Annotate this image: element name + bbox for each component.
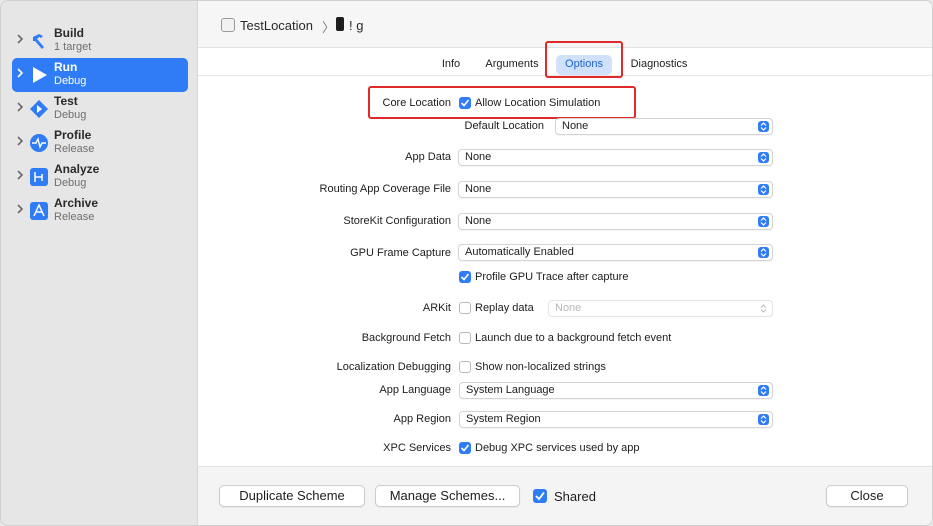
hammer-icon bbox=[30, 32, 48, 50]
sidebar-item-subtitle: Debug bbox=[54, 177, 87, 189]
chevron-up-down-icon bbox=[758, 247, 769, 258]
sidebar-item-subtitle: Debug bbox=[54, 109, 87, 121]
profile-gpu-trace-checkbox[interactable] bbox=[459, 271, 471, 283]
scheme-options-panel: TestLocation 〉 ! ɡ Info Arguments Option… bbox=[198, 1, 932, 525]
tab-diagnostics[interactable]: Diagnostics bbox=[623, 55, 695, 75]
scheme-editor-window: Build 1 target Run Debug Test Debug Prof… bbox=[0, 0, 933, 526]
chevron-right-icon[interactable] bbox=[16, 169, 24, 181]
sidebar-item-title: Analyze bbox=[54, 162, 100, 176]
chevron-up-down-icon bbox=[758, 385, 769, 396]
sidebar-item-title: Archive bbox=[54, 196, 99, 210]
gpu-frame-capture-label: GPU Frame Capture bbox=[350, 247, 451, 259]
app-language-select[interactable]: System Language bbox=[459, 382, 773, 399]
background-fetch-checkbox[interactable] bbox=[459, 332, 471, 344]
core-location-label: Core Location bbox=[382, 97, 452, 109]
chevron-right-icon: 〉 bbox=[322, 20, 336, 35]
app-region-value: System Region bbox=[466, 413, 541, 425]
storekit-value: None bbox=[465, 215, 492, 227]
sidebar-item-title: Run bbox=[54, 60, 78, 74]
replay-data-checkbox[interactable] bbox=[459, 302, 471, 314]
sidebar-item-title: Test bbox=[54, 94, 78, 108]
default-location-value: None bbox=[562, 120, 589, 132]
tab-bar: Info Arguments Options Diagnostics bbox=[198, 47, 932, 75]
default-location-label: Default Location bbox=[464, 120, 545, 132]
shared-checkbox[interactable] bbox=[533, 489, 547, 503]
routing-coverage-value: None bbox=[465, 183, 492, 195]
replay-data-text: Replay data bbox=[475, 302, 534, 314]
chevron-right-icon[interactable] bbox=[16, 33, 24, 45]
scheme-icon bbox=[221, 18, 235, 32]
breadcrumb: TestLocation 〉 ! ɡ bbox=[198, 1, 932, 48]
storekit-select[interactable]: None bbox=[458, 213, 773, 230]
iphone-icon bbox=[336, 17, 344, 31]
tab-arguments[interactable]: Arguments bbox=[479, 55, 545, 75]
chevron-right-icon[interactable] bbox=[16, 101, 24, 113]
arkit-replay-value: None bbox=[555, 302, 582, 314]
chevron-up-down-icon bbox=[758, 414, 769, 425]
routing-coverage-label: Routing App Coverage File bbox=[319, 183, 451, 195]
profile-gpu-trace-text: Profile GPU Trace after capture bbox=[475, 271, 629, 283]
shared-label: Shared bbox=[554, 489, 596, 504]
play-icon bbox=[30, 66, 48, 84]
app-data-select[interactable]: None bbox=[458, 149, 773, 166]
manage-schemes-button[interactable]: Manage Schemes... bbox=[375, 485, 520, 507]
show-non-localized-checkbox[interactable] bbox=[459, 361, 471, 373]
allow-location-simulation-text: Allow Location Simulation bbox=[475, 97, 601, 109]
duplicate-scheme-button[interactable]: Duplicate Scheme bbox=[219, 485, 365, 507]
show-non-localized-text: Show non-localized strings bbox=[475, 361, 606, 373]
tab-info[interactable]: Info bbox=[434, 55, 468, 75]
sidebar-item-run[interactable]: Run Debug bbox=[12, 58, 188, 92]
arkit-label: ARKit bbox=[422, 302, 451, 314]
chevron-right-icon[interactable] bbox=[16, 203, 24, 215]
routing-coverage-select[interactable]: None bbox=[458, 181, 773, 198]
app-region-label: App Region bbox=[393, 413, 452, 425]
tab-divider bbox=[198, 75, 932, 76]
breadcrumb-scheme[interactable]: TestLocation bbox=[240, 18, 313, 33]
chevron-up-down-icon bbox=[758, 152, 769, 163]
sidebar-item-subtitle: Release bbox=[54, 211, 95, 223]
sidebar-item-title: Profile bbox=[54, 128, 92, 142]
chevron-right-icon[interactable] bbox=[16, 67, 24, 79]
chevron-up-down-icon bbox=[758, 184, 769, 195]
tab-options[interactable]: Options bbox=[556, 55, 612, 75]
app-data-value: None bbox=[465, 151, 492, 163]
allow-location-simulation-checkbox[interactable] bbox=[459, 97, 471, 109]
arkit-replay-select: None bbox=[548, 300, 773, 317]
test-diamond-icon bbox=[30, 100, 48, 118]
sidebar-item-test[interactable]: Test Debug bbox=[12, 92, 188, 126]
sidebar-item-analyze[interactable]: Analyze Debug bbox=[12, 160, 188, 194]
app-data-label: App Data bbox=[405, 151, 451, 163]
chevron-up-down-icon bbox=[758, 216, 769, 227]
debug-xpc-text: Debug XPC services used by app bbox=[475, 442, 640, 454]
sidebar-item-profile[interactable]: Profile Release bbox=[12, 126, 188, 160]
xpc-services-label: XPC Services bbox=[383, 442, 451, 454]
app-language-label: App Language bbox=[379, 384, 451, 396]
app-language-value: System Language bbox=[466, 384, 555, 396]
footer-bar: Duplicate Scheme Manage Schemes... Share… bbox=[198, 466, 932, 525]
sidebar-item-subtitle: 1 target bbox=[54, 41, 92, 53]
gpu-frame-capture-value: Automatically Enabled bbox=[465, 246, 574, 258]
debug-xpc-checkbox[interactable] bbox=[459, 442, 471, 454]
chevron-right-icon[interactable] bbox=[16, 135, 24, 147]
background-fetch-label: Background Fetch bbox=[361, 332, 451, 344]
breadcrumb-destination[interactable]: ! ɡ bbox=[349, 18, 363, 33]
instruments-icon bbox=[30, 134, 48, 152]
sidebar-item-title: Build bbox=[54, 26, 84, 40]
archive-icon bbox=[30, 202, 48, 220]
app-region-select[interactable]: System Region bbox=[459, 411, 773, 428]
storekit-label: StoreKit Configuration bbox=[343, 215, 451, 227]
default-location-select[interactable]: None bbox=[555, 118, 773, 135]
chevron-up-down-icon bbox=[758, 121, 769, 132]
gpu-frame-capture-select[interactable]: Automatically Enabled bbox=[458, 244, 773, 261]
chevron-up-down-icon bbox=[758, 303, 769, 314]
sidebar-item-build[interactable]: Build 1 target bbox=[12, 24, 188, 58]
sidebar-item-subtitle: Debug bbox=[54, 75, 87, 87]
localization-debugging-label: Localization Debugging bbox=[336, 361, 451, 373]
background-fetch-text: Launch due to a background fetch event bbox=[475, 332, 672, 344]
analyze-icon bbox=[30, 168, 48, 186]
close-button[interactable]: Close bbox=[826, 485, 908, 507]
sidebar-item-archive[interactable]: Archive Release bbox=[12, 194, 188, 228]
scheme-action-sidebar: Build 1 target Run Debug Test Debug Prof… bbox=[1, 1, 198, 525]
sidebar-item-subtitle: Release bbox=[54, 143, 95, 155]
